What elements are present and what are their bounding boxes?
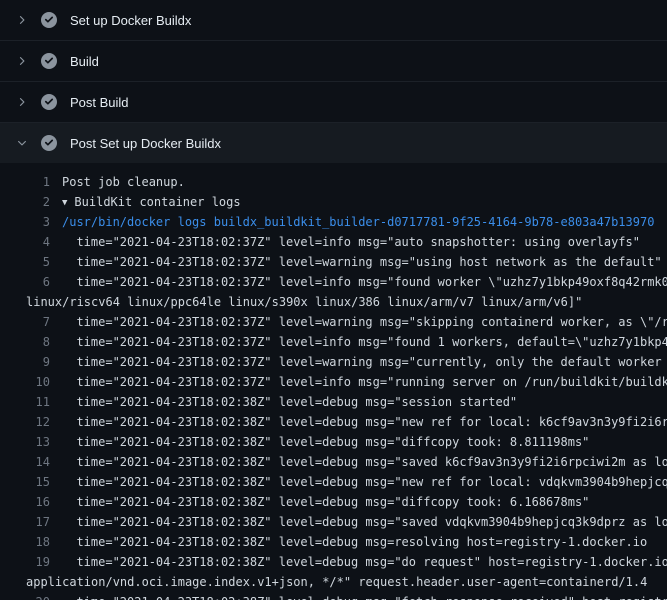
step-post-build[interactable]: Post Build [0,81,667,122]
log-text: time="2021-04-23T18:02:37Z" level=warnin… [62,252,662,272]
log-line: 7 time="2021-04-23T18:02:37Z" level=warn… [0,312,667,332]
log-line: 15 time="2021-04-23T18:02:38Z" level=deb… [0,472,667,492]
step-set-up-docker-buildx[interactable]: Set up Docker Buildx [0,0,667,40]
log-line: 1Post job cleanup. [0,172,667,192]
line-number: 5 [0,252,62,272]
log-line: 19 time="2021-04-23T18:02:38Z" level=deb… [0,552,667,572]
log-text: time="2021-04-23T18:02:38Z" level=debug … [62,472,667,492]
log-line: 9 time="2021-04-23T18:02:37Z" level=warn… [0,352,667,372]
step-post-set-up-docker-buildx[interactable]: Post Set up Docker Buildx [0,122,667,163]
chevron-right-icon [16,14,28,26]
check-circle-icon [41,94,57,110]
line-number: 7 [0,312,62,332]
log-line: 20 time="2021-04-23T18:02:38Z" level=deb… [0,592,667,600]
log-text: time="2021-04-23T18:02:38Z" level=debug … [62,532,647,552]
line-number: 12 [0,412,62,432]
step-label: Post Build [70,95,129,110]
line-number: 18 [0,532,62,552]
check-circle-icon [41,12,57,28]
log-text: time="2021-04-23T18:02:38Z" level=debug … [62,512,667,532]
line-number: 8 [0,332,62,352]
log-line: 3/usr/bin/docker logs buildx_buildkit_bu… [0,212,667,232]
group-collapse-icon[interactable]: ▼ [62,193,67,212]
check-circle-icon [41,53,57,69]
log-command-text: /usr/bin/docker logs buildx_buildkit_bui… [62,212,654,232]
line-number: 10 [0,372,62,392]
log-line: 10 time="2021-04-23T18:02:37Z" level=inf… [0,372,667,392]
line-number: 4 [0,232,62,252]
log-text: time="2021-04-23T18:02:38Z" level=debug … [62,412,667,432]
line-number: 3 [0,212,62,232]
log-text: time="2021-04-23T18:02:38Z" level=debug … [62,552,667,572]
log-text: time="2021-04-23T18:02:38Z" level=debug … [62,492,589,512]
line-number: 19 [0,552,62,572]
log-line: 18 time="2021-04-23T18:02:38Z" level=deb… [0,532,667,552]
log-text: time="2021-04-23T18:02:37Z" level=warnin… [62,352,667,372]
log-text: time="2021-04-23T18:02:37Z" level=info m… [62,332,667,352]
log-text: time="2021-04-23T18:02:38Z" level=debug … [62,452,667,472]
log-text: time="2021-04-23T18:02:38Z" level=debug … [62,592,667,600]
log-text: time="2021-04-23T18:02:37Z" level=info m… [62,372,667,392]
log-text: time="2021-04-23T18:02:38Z" level=debug … [62,392,517,412]
line-number: 16 [0,492,62,512]
line-number: 2 [0,192,62,212]
log-line: 11 time="2021-04-23T18:02:38Z" level=deb… [0,392,667,412]
log-line: 5 time="2021-04-23T18:02:37Z" level=warn… [0,252,667,272]
chevron-right-icon [16,55,28,67]
line-number: 17 [0,512,62,532]
log-line: 14 time="2021-04-23T18:02:38Z" level=deb… [0,452,667,472]
log-line: 16 time="2021-04-23T18:02:38Z" level=deb… [0,492,667,512]
step-label: Build [70,54,99,69]
log-line: 8 time="2021-04-23T18:02:37Z" level=info… [0,332,667,352]
log-text: time="2021-04-23T18:02:37Z" level=info m… [62,272,667,292]
line-number: 15 [0,472,62,492]
step-list: Set up Docker Buildx Build [0,0,667,163]
log-line: 17 time="2021-04-23T18:02:38Z" level=deb… [0,512,667,532]
log-text: time="2021-04-23T18:02:38Z" level=debug … [62,432,589,452]
log-text: time="2021-04-23T18:02:37Z" level=info m… [62,232,640,252]
line-number: 6 [0,272,62,292]
log-line-continuation: application/vnd.oci.image.index.v1+json,… [0,572,667,592]
log-text[interactable]: ▼BuildKit container logs [62,192,241,212]
check-circle-icon [41,135,57,151]
log-text: Post job cleanup. [62,172,185,192]
line-number: 13 [0,432,62,452]
log-line: 13 time="2021-04-23T18:02:38Z" level=deb… [0,432,667,452]
step-build[interactable]: Build [0,40,667,81]
chevron-down-icon [16,137,28,149]
chevron-right-icon [16,96,28,108]
log-text: time="2021-04-23T18:02:37Z" level=warnin… [62,312,667,332]
log-line: 12 time="2021-04-23T18:02:38Z" level=deb… [0,412,667,432]
actions-log-viewer: Set up Docker Buildx Build [0,0,667,600]
line-number: 20 [0,592,62,600]
line-number: 1 [0,172,62,192]
line-number: 14 [0,452,62,472]
log-line: 4 time="2021-04-23T18:02:37Z" level=info… [0,232,667,252]
log-line-continuation: linux/riscv64 linux/ppc64le linux/s390x … [0,292,667,312]
line-number: 11 [0,392,62,412]
step-label: Set up Docker Buildx [70,13,191,28]
line-number: 9 [0,352,62,372]
step-label: Post Set up Docker Buildx [70,136,221,151]
log-lines: 1Post job cleanup.2▼BuildKit container l… [0,163,667,600]
log-line: 2▼BuildKit container logs [0,192,667,212]
log-line: 6 time="2021-04-23T18:02:37Z" level=info… [0,272,667,292]
